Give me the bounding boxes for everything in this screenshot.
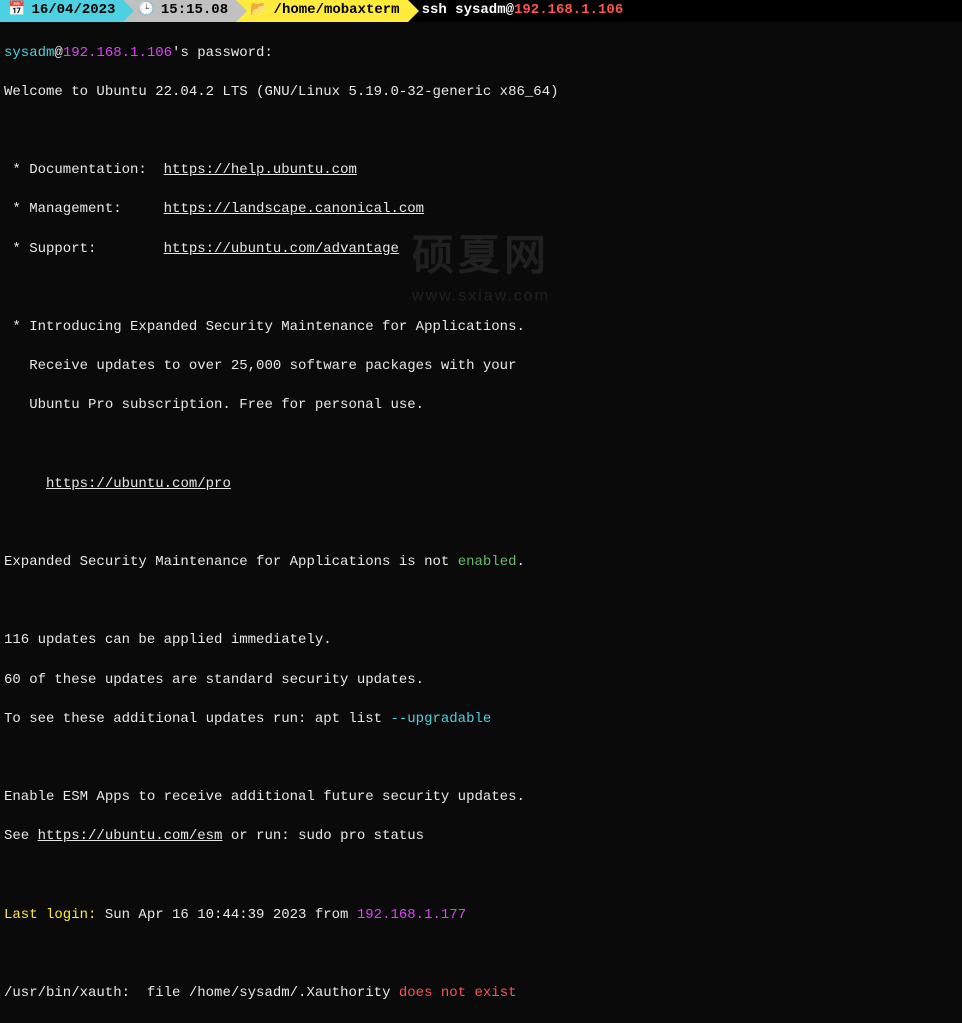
path-text: /home/mobaxterm [274,1,400,21]
doc-label: * Documentation: [4,162,164,178]
date-segment: 📅 16/04/2023 [0,0,123,22]
support-link[interactable]: https://ubuntu.com/advantage [164,241,399,257]
lastlogin-text: Sun Apr 16 10:44:39 2023 from [96,907,356,923]
esm-intro-l2: Receive updates to over 25,000 software … [4,357,958,377]
doc-link[interactable]: https://help.ubuntu.com [164,162,357,178]
xauth-error: does not exist [399,985,517,1001]
mgmt-link[interactable]: https://landscape.canonical.com [164,201,424,217]
terminal-output[interactable]: sysadm@192.168.1.106's password: Welcome… [0,22,962,1023]
prompt-host: 192.168.1.106 [63,45,172,61]
lastlogin-label: Last login: [4,907,96,923]
command-segment[interactable]: ssh sysadm@192.168.1.106 [408,0,962,22]
updates-l1: 116 updates can be applied immediately. [4,631,958,651]
command-prefix: ssh sysadm@ [422,1,514,21]
mgmt-label: * Management: [4,201,164,217]
clock-icon: 🕒 [137,1,154,21]
pro-link[interactable]: https://ubuntu.com/pro [46,476,231,492]
support-label: * Support: [4,241,164,257]
command-ip: 192.168.1.106 [514,1,623,21]
xauth-mid: file /home/sysadm/.Xauthority [130,985,399,1001]
lastlogin-ip: 192.168.1.177 [357,907,466,923]
enable-esm-post: or run: sudo pro status [222,828,424,844]
xauth-path: /usr/bin/xauth: [4,985,130,1001]
path-segment: 📂 /home/mobaxterm [236,0,407,22]
esm-status-word: enabled [458,554,517,570]
date-text: 16/04/2023 [31,1,115,21]
esm-intro-l1: * Introducing Expanded Security Maintena… [4,318,958,338]
time-text: 15:15.08 [161,1,228,21]
updates-l2: 60 of these updates are standard securit… [4,671,958,691]
time-segment: 🕒 15:15.08 [123,0,236,22]
calendar-icon: 📅 [8,1,25,21]
esm-status-post: . [517,554,525,570]
enable-esm-pre: See [4,828,38,844]
pro-indent [4,476,46,492]
folder-icon: 📂 [250,1,267,21]
welcome-line: Welcome to Ubuntu 22.04.2 LTS (GNU/Linux… [4,83,958,103]
esm-intro-l3: Ubuntu Pro subscription. Free for person… [4,396,958,416]
enable-esm-l1: Enable ESM Apps to receive additional fu… [4,788,958,808]
status-bar: 📅 16/04/2023 🕒 15:15.08 📂 /home/mobaxter… [0,0,962,22]
esm-link[interactable]: https://ubuntu.com/esm [38,828,223,844]
prompt-suffix: 's password: [172,45,273,61]
upgradable-flag: --upgradable [390,711,491,727]
updates-l3-pre: To see these additional updates run: apt… [4,711,390,727]
prompt-user: sysadm [4,45,54,61]
esm-status-pre: Expanded Security Maintenance for Applic… [4,554,458,570]
prompt-at: @ [54,45,62,61]
